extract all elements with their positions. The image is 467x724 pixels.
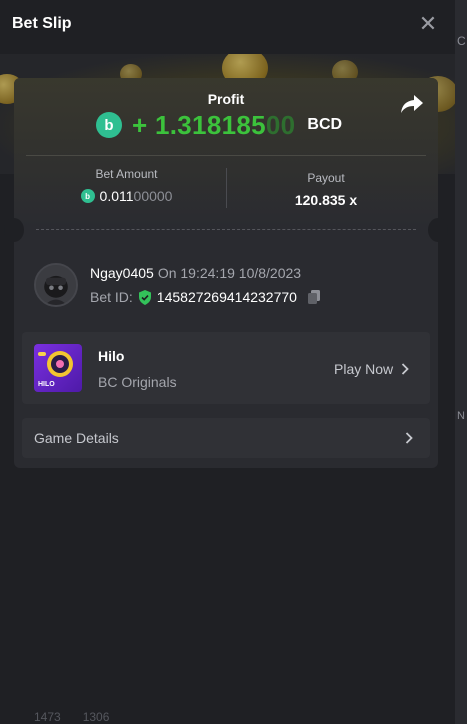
ticket-notch xyxy=(4,218,24,242)
dashed-divider xyxy=(36,229,416,230)
bet-id-value: 145827269414232770 xyxy=(156,289,297,305)
share-icon[interactable] xyxy=(400,93,424,115)
bcd-coin-icon: b xyxy=(80,189,95,203)
background-text-fragment: N xyxy=(457,410,465,422)
payout-value: 120.835 x xyxy=(294,192,358,208)
profit-value-trailing-zeros: 00 xyxy=(265,109,296,140)
profit-amount-row: b + 1.31818500 BCD xyxy=(96,109,342,141)
background-page-footer: 1473 1306 xyxy=(34,710,294,724)
bet-amount-label: Bet Amount xyxy=(95,167,158,181)
chevron-right-icon xyxy=(402,363,409,375)
bet-amount-value: b 0.01100000 xyxy=(54,188,199,204)
profit-label: Profit xyxy=(207,91,245,107)
modal-title: Bet Slip xyxy=(12,15,72,32)
game-thumb-label: HILO xyxy=(38,381,55,388)
user-info-row: Ngay0405 On 19:24:19 10/8/2023 Bet ID: 14… xyxy=(34,262,322,308)
game-row: HILO Hilo BC Originals Play Now xyxy=(22,332,430,404)
close-icon[interactable]: ✕ xyxy=(413,9,443,39)
profit-section: Profit b + 1.31818500 BCD Bet Amount b 0… xyxy=(14,78,438,228)
copy-icon[interactable] xyxy=(306,289,322,305)
profit-currency: BCD xyxy=(307,116,343,133)
bet-amount-trailing-zeros: 00000 xyxy=(133,188,173,204)
background-count: 1306 xyxy=(82,710,110,724)
bet-id-label: Bet ID: xyxy=(90,289,133,305)
background-page-edge: C N xyxy=(455,0,467,724)
bet-slip-modal: Bet Slip ✕ Profit b + 1.31818500 BCD Bet… xyxy=(0,0,455,724)
game-details-label: Game Details xyxy=(34,430,119,446)
bet-timestamp: On 19:24:19 10/8/2023 xyxy=(157,265,302,281)
divider xyxy=(26,155,426,156)
profit-value: + 1.31818500 xyxy=(132,110,295,141)
bcd-coin-icon: b xyxy=(96,112,122,138)
game-thumbnail[interactable]: HILO xyxy=(34,344,82,392)
background-text-fragment: C xyxy=(457,34,466,48)
bet-amount-main: 0.011 xyxy=(99,188,134,204)
avatar-character-icon xyxy=(36,265,76,305)
payout-stat: Payout 120.835 x xyxy=(248,171,404,208)
profit-sign: + xyxy=(132,109,156,140)
bet-amount-stat: Bet Amount b 0.01100000 xyxy=(54,167,199,204)
game-details-button[interactable]: Game Details xyxy=(22,418,430,458)
bet-detail-card: Profit b + 1.31818500 BCD Bet Amount b 0… xyxy=(4,78,448,468)
game-name: Hilo xyxy=(98,348,125,364)
modal-header: Bet Slip ✕ xyxy=(0,0,455,48)
profit-value-main: 1.318185 xyxy=(155,109,266,140)
username[interactable]: Ngay0405 xyxy=(90,265,154,281)
payout-label: Payout xyxy=(307,171,345,185)
play-now-button[interactable]: Play Now xyxy=(334,361,409,377)
ticket-notch xyxy=(428,218,448,242)
divider xyxy=(226,168,227,208)
background-count: 1473 xyxy=(34,710,61,724)
game-provider: BC Originals xyxy=(98,374,177,390)
chevron-right-icon xyxy=(405,432,413,444)
avatar[interactable] xyxy=(34,263,78,307)
play-now-label: Play Now xyxy=(334,361,394,377)
verified-shield-icon xyxy=(138,289,151,305)
